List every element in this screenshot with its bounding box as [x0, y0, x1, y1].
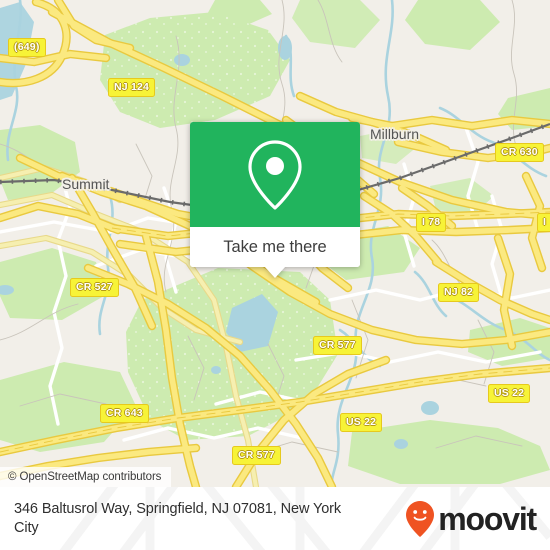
popup-tail [264, 266, 286, 278]
footer-content: 346 Baltusrol Way, Springfield, NJ 07081… [0, 487, 550, 550]
road-shield-i78: I 78 [416, 213, 447, 232]
road-shield-nj82: NJ 82 [438, 283, 480, 302]
take-me-there-button[interactable]: Take me there [190, 227, 360, 267]
moovit-map-screenshot: Summit Millburn (649) NJ 124 CR 630 I 78… [0, 0, 550, 550]
moovit-wordmark: moovit [438, 500, 537, 537]
road-shield-i78-edge: I [537, 213, 550, 232]
road-shield-us22-left: US 22 [340, 413, 383, 432]
road-shield-cr527: CR 527 [70, 278, 119, 297]
popup-image-area [190, 122, 360, 227]
footer-bar: 346 Baltusrol Way, Springfield, NJ 07081… [0, 487, 550, 550]
place-label-summit: Summit [62, 176, 110, 192]
road-shield-cr643: CR 643 [100, 404, 149, 423]
map-marker-popup[interactable]: Take me there [190, 122, 360, 278]
osm-attribution[interactable]: © OpenStreetMap contributors [0, 467, 172, 487]
map-pin-icon [248, 139, 302, 210]
address-text: 346 Baltusrol Way, Springfield, NJ 07081… [14, 500, 342, 536]
moovit-logo[interactable]: moovit [405, 500, 537, 538]
road-shield-cr577-lower: CR 577 [232, 446, 281, 465]
popup-card[interactable]: Take me there [190, 122, 360, 267]
road-shield-nj124: NJ 124 [108, 78, 156, 97]
osm-attribution-text: © OpenStreetMap contributors [8, 471, 162, 483]
place-label-millburn: Millburn [370, 126, 420, 142]
road-shield-us22-right: US 22 [488, 384, 531, 403]
road-shield-cr630: CR 630 [495, 143, 544, 162]
road-shield-cr577-upper: CR 577 [313, 336, 362, 355]
moovit-smiley-pin-icon [406, 500, 435, 537]
road-shield-cr649: (649) [8, 38, 46, 57]
